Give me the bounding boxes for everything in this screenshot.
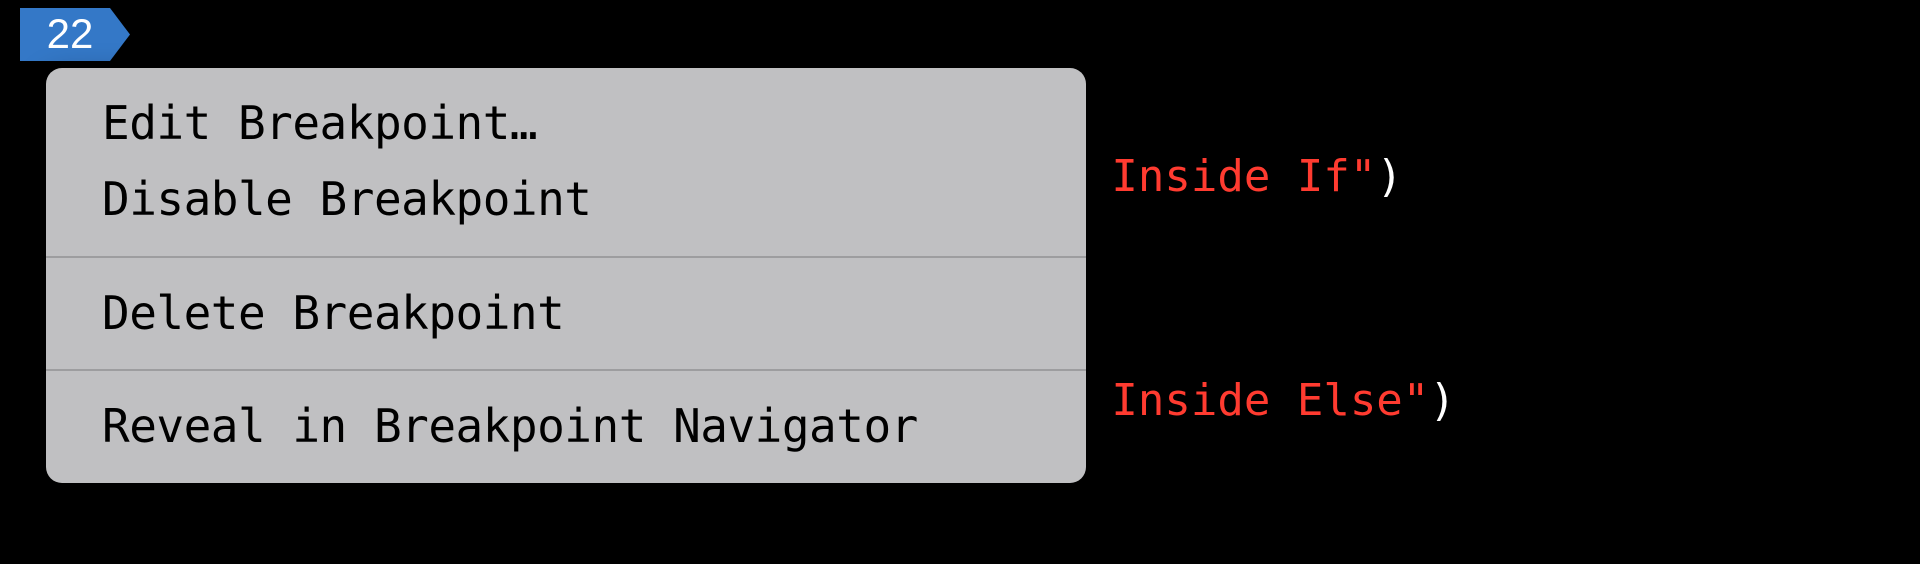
menu-item-reveal-breakpoint[interactable]: Reveal in Breakpoint Navigator — [46, 389, 1086, 465]
context-menu-section-1: Edit Breakpoint… Disable Breakpoint — [46, 68, 1086, 256]
menu-item-delete-breakpoint[interactable]: Delete Breakpoint — [46, 276, 1086, 352]
menu-item-disable-breakpoint[interactable]: Disable Breakpoint — [46, 162, 1086, 238]
menu-item-edit-breakpoint[interactable]: Edit Breakpoint… — [46, 86, 1086, 162]
breakpoint-context-menu: Edit Breakpoint… Disable Breakpoint Dele… — [46, 68, 1086, 483]
line-number: 22 — [47, 7, 94, 62]
code-line-22: if(flag){ — [460, 8, 857, 66]
context-menu-section-3: Reveal in Breakpoint Navigator — [46, 371, 1086, 483]
context-menu-section-2: Delete Breakpoint — [46, 258, 1086, 370]
breakpoint-marker[interactable]: 22 — [20, 8, 130, 61]
code-editor: 22 if(flag){ I am Inside If") I am Insid… — [0, 0, 1920, 564]
paren-close-else: ) — [1429, 375, 1456, 426]
paren-close-if: ) — [1376, 151, 1403, 202]
